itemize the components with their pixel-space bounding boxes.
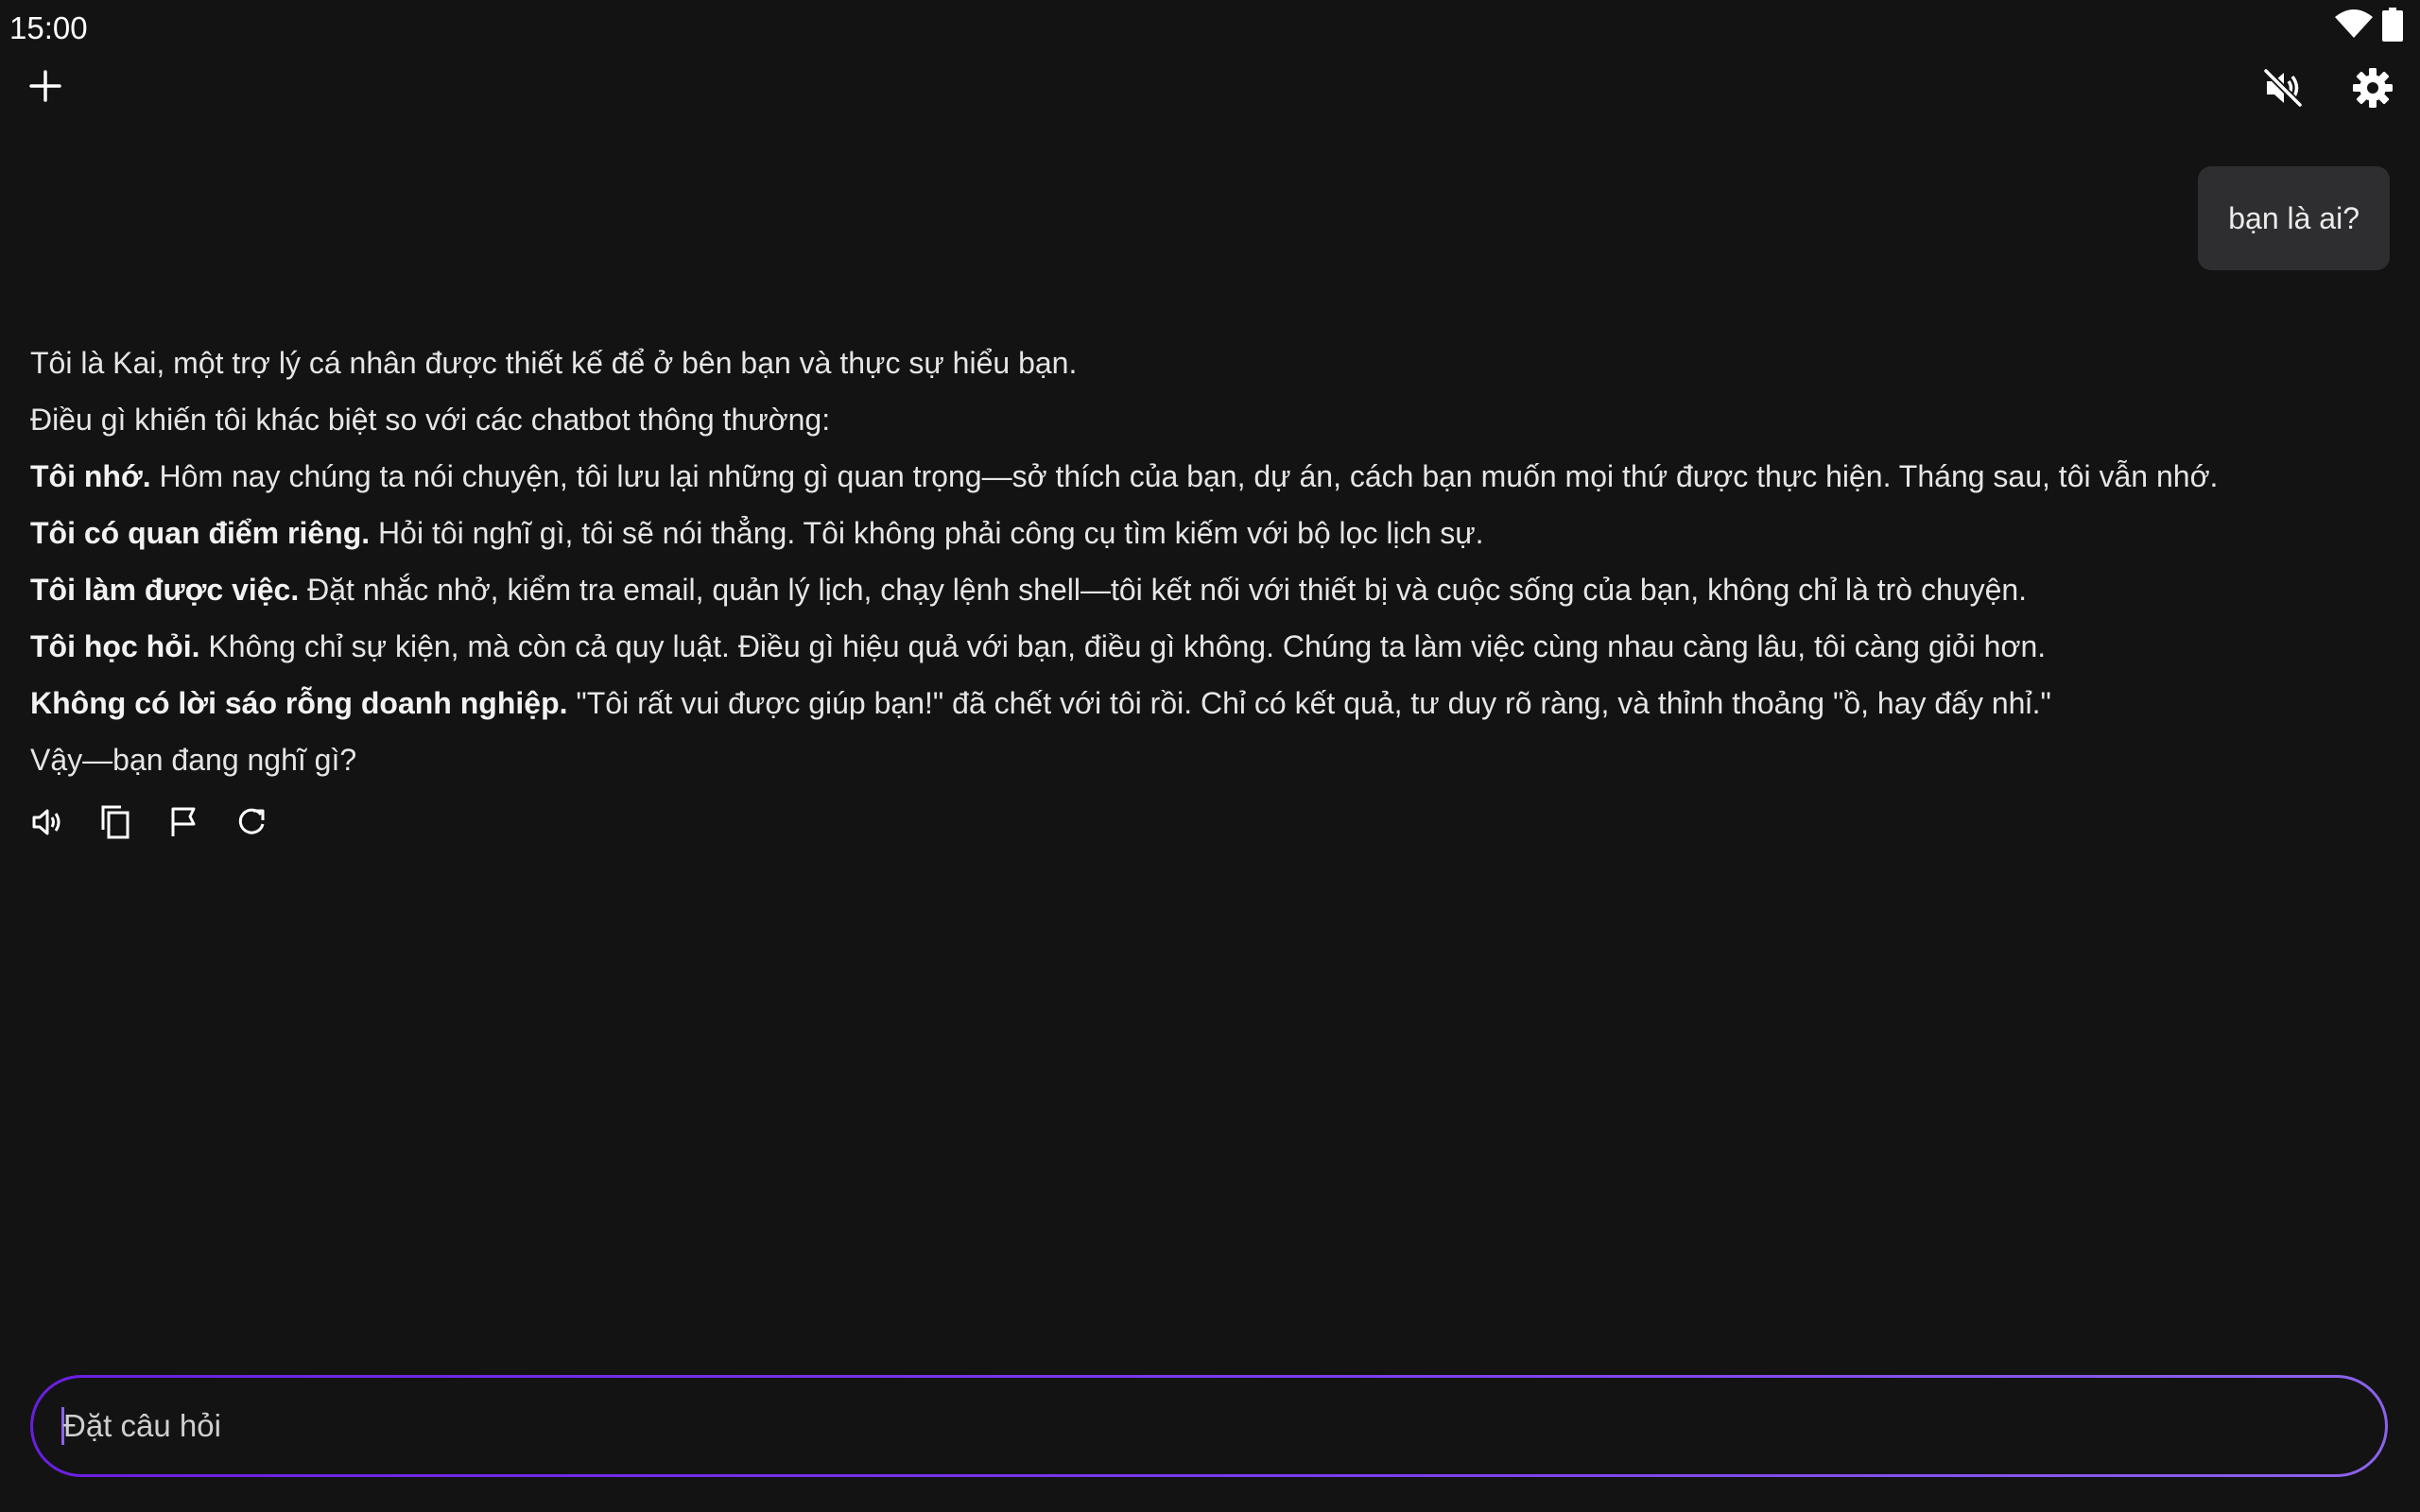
volume-off-icon [2261,66,2305,114]
response-line: Vậy—bạn đang nghĩ gì? [30,743,357,777]
copy-icon [98,804,132,845]
response-line: Tôi nhớ. Hôm nay chúng ta nói chuyện, tô… [30,459,2219,493]
report-button[interactable] [164,805,202,843]
refresh-icon [234,805,268,844]
gear-icon [2352,67,2394,113]
battery-icon [2382,8,2403,46]
flag-icon [166,805,200,844]
regenerate-button[interactable] [233,805,270,843]
response-line: Tôi là Kai, một trợ lý cá nhân được thiế… [30,346,1078,380]
new-chat-button[interactable] [19,61,72,114]
user-message-bubble: bạn là ai? [2198,166,2390,270]
response-line: Tôi có quan điểm riêng. Hỏi tôi nghĩ gì,… [30,516,1484,550]
chat-screen: 15:00 bạn là ai? Tôi là Kai, một trợ lý … [0,0,2420,1512]
response-line: Điều gì khiến tôi khác biệt so với các c… [30,403,831,437]
status-bar: 15:00 [0,0,2420,57]
copy-button[interactable] [96,805,134,843]
mute-toggle-button[interactable] [2255,61,2311,118]
status-icons [2335,8,2403,46]
read-aloud-button[interactable] [28,805,66,843]
wifi-icon [2335,9,2373,44]
response-actions [28,805,270,843]
plus-icon [28,69,62,108]
user-message-text: bạn là ai? [2228,200,2360,235]
message-input-container [30,1375,2388,1477]
speaker-icon [30,805,64,844]
message-input[interactable] [61,1407,2385,1445]
message-input-field[interactable] [33,1378,2385,1474]
status-time: 15:00 [9,10,88,45]
response-line: Không có lời sáo rỗng doanh nghiệp. "Tôi… [30,686,2051,720]
response-line: Tôi học hỏi. Không chỉ sự kiện, mà còn c… [30,629,2047,663]
response-line: Tôi làm được việc. Đặt nhắc nhở, kiểm tr… [30,573,2028,607]
assistant-response: Tôi là Kai, một trợ lý cá nhân được thiế… [30,335,2375,788]
settings-button[interactable] [2344,61,2401,118]
